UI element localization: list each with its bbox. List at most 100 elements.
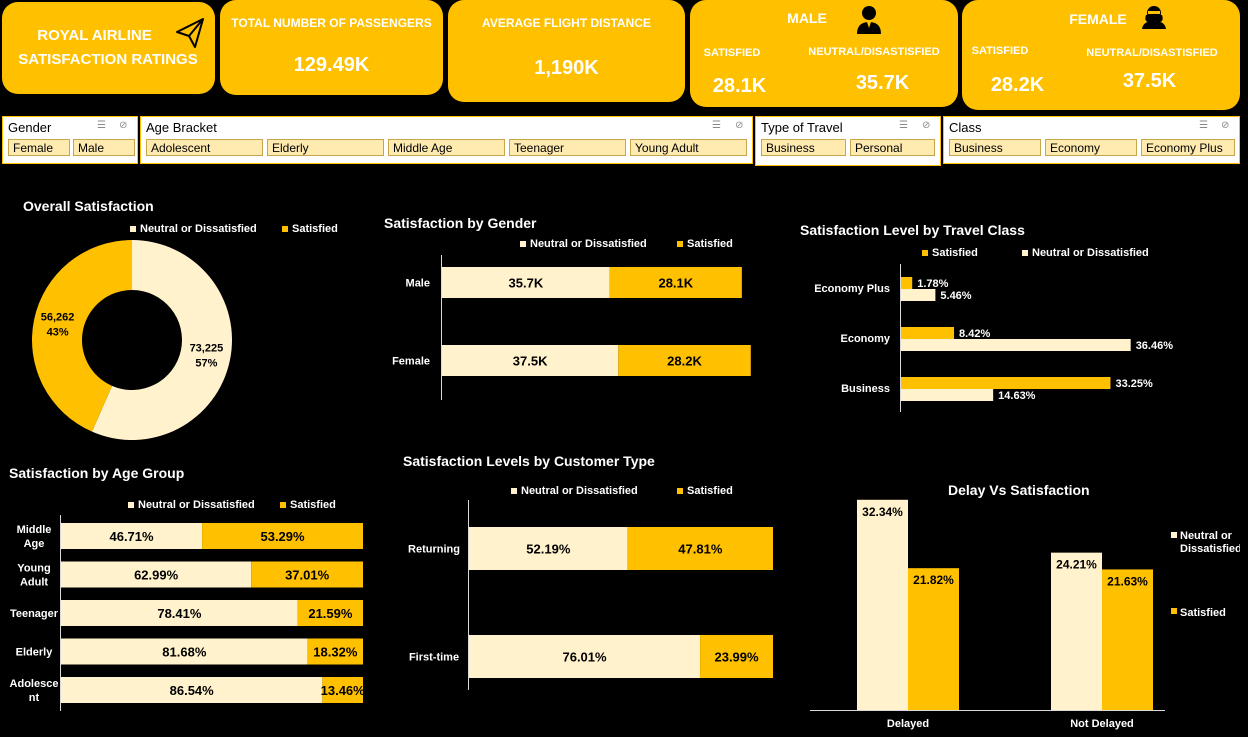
- clear-filter-icon[interactable]: ⊘: [735, 120, 743, 131]
- gender-chart-title: Satisfaction by Gender: [384, 215, 537, 231]
- slicer-option-female[interactable]: Female: [8, 139, 70, 156]
- category-label: Business: [841, 383, 890, 395]
- column-satisfied: [908, 568, 959, 710]
- female-satisfied-label: SATISFIED: [971, 45, 1029, 57]
- age-legend-neutral: Neutral or Dissatisfied: [128, 499, 255, 511]
- slicer-option-business-class[interactable]: Business: [949, 139, 1041, 156]
- slicer-option-middle-age[interactable]: Middle Age: [388, 139, 505, 156]
- female-satisfied-value: 28.2K: [990, 74, 1045, 96]
- column-neutral: [857, 499, 908, 710]
- slicer-option-elderly[interactable]: Elderly: [267, 139, 384, 156]
- gender-slicer-title: Gender: [8, 120, 52, 135]
- overall-satisfaction-title: Overall Satisfaction: [23, 198, 154, 214]
- age-slicer-title: Age Bracket: [146, 120, 217, 135]
- data-label: 1.78%: [917, 278, 948, 290]
- travel-type-slicer: Type of Travel ☰ ⊘ Business Personal: [755, 116, 941, 166]
- male-user-icon: [857, 6, 881, 34]
- category-label: Male: [406, 278, 430, 290]
- overall-legend-neutral: Neutral or Dissatisfied: [130, 223, 257, 235]
- data-label: 13.46%: [321, 683, 366, 698]
- data-label: 8.42%: [959, 328, 990, 340]
- data-label: 21.63%: [1107, 574, 1148, 588]
- data-label: 18.32%: [313, 645, 358, 660]
- category-label: Middle: [17, 524, 52, 536]
- bar-satisfied: [901, 377, 1111, 389]
- column-satisfied: [1102, 569, 1153, 710]
- multi-select-icon[interactable]: ☰: [899, 120, 908, 131]
- age-legend-satisfied: Satisfied: [280, 499, 336, 511]
- multi-select-icon[interactable]: ☰: [712, 120, 721, 131]
- category-label: nt: [29, 692, 40, 704]
- title-card: ROYAL AIRLINE SATISFACTION RATINGS: [2, 2, 215, 94]
- category-label: Not Delayed: [1070, 718, 1134, 730]
- male-label: MALE: [787, 10, 827, 26]
- data-label: 36.46%: [1136, 340, 1174, 352]
- bar-neutral: [901, 339, 1131, 351]
- data-label: 53.29%: [260, 529, 305, 544]
- age-group-bar-chart: Middle Age 46.71% 53.29% Young Adult 62.99% 37.…: [10, 515, 366, 711]
- data-label: 21.82%: [913, 573, 954, 587]
- category-label: First-time: [409, 652, 459, 664]
- passengers-label: TOTAL NUMBER OF PASSENGERS: [231, 16, 432, 30]
- slicer-option-young-adult[interactable]: Young Adult: [630, 139, 747, 156]
- data-label: 21.59%: [308, 606, 353, 621]
- male-satisfied-label: SATISFIED: [703, 47, 761, 59]
- slicer-option-male[interactable]: Male: [73, 139, 135, 156]
- class-legend-satisfied: Satisfied: [922, 247, 978, 259]
- slicer-option-personal[interactable]: Personal: [850, 139, 935, 156]
- category-label: Adult: [20, 577, 48, 589]
- category-label: Teenager: [10, 608, 59, 620]
- distance-card: AVERAGE FLIGHT DISTANCE 1,190K: [448, 0, 685, 102]
- multi-select-icon[interactable]: ☰: [1199, 120, 1208, 131]
- bar-satisfied: [901, 277, 913, 289]
- category-label: Adolesce: [10, 678, 59, 690]
- slicer-option-economy[interactable]: Economy: [1045, 139, 1137, 156]
- multi-select-icon[interactable]: ☰: [97, 120, 106, 131]
- female-user-icon: [1142, 6, 1166, 29]
- category-label: Age: [24, 538, 45, 550]
- clear-filter-icon[interactable]: ⊘: [922, 120, 930, 131]
- category-label: Economy: [840, 333, 890, 345]
- clear-filter-icon[interactable]: ⊘: [119, 120, 127, 131]
- slicer-option-economy-plus[interactable]: Economy Plus: [1141, 139, 1235, 156]
- delay-satisfaction-column-chart: 32.34% 21.82% Delayed 24.21% 21.63% Not Delay…: [810, 499, 1240, 730]
- travel-class-bar-chart: Economy Plus 1.78%5.46% Economy 8.42% 36.46%…: [814, 264, 1174, 412]
- customer-legend-satisfied: Satisfied: [677, 485, 733, 497]
- data-label: 28.2K: [667, 354, 702, 369]
- data-label: 24.21%: [1056, 558, 1097, 572]
- data-label: 35.7K: [509, 276, 544, 291]
- legend-label: Neutral or: [1180, 530, 1233, 542]
- passengers-card: TOTAL NUMBER OF PASSENGERS 129.49K: [220, 0, 443, 95]
- class-slicer: Class ☰ ⊘ Business Economy Economy Plus: [943, 116, 1240, 164]
- data-label: 52.19%: [526, 542, 571, 557]
- pie-value-label: 56,262: [41, 311, 75, 323]
- overall-satisfaction-donut: 73,225 57% 56,262 43%: [32, 240, 232, 440]
- class-slicer-title: Class: [949, 120, 982, 135]
- overall-legend-satisfied: Satisfied: [282, 223, 338, 235]
- gender-legend-satisfied: Satisfied: [677, 238, 733, 250]
- data-label: 47.81%: [678, 542, 723, 557]
- bar-satisfied: [901, 327, 955, 339]
- passengers-value: 129.49K: [293, 54, 370, 76]
- paper-plane-icon: [176, 18, 204, 48]
- slicer-option-adolescent[interactable]: Adolescent: [146, 139, 263, 156]
- category-label: Returning: [408, 544, 460, 556]
- category-label: Female: [392, 356, 430, 368]
- male-neutral-label: NEUTRAL/DISASTISFIED: [808, 46, 940, 58]
- data-label: 5.46%: [940, 290, 971, 302]
- clear-filter-icon[interactable]: ⊘: [1221, 120, 1229, 131]
- slicer-option-teenager[interactable]: Teenager: [509, 139, 626, 156]
- data-label: 78.41%: [157, 606, 202, 621]
- dashboard-title-line2: SATISFACTION RATINGS: [18, 51, 198, 68]
- female-card: FEMALE SATISFIED NEUTRAL/DISASTISFIED 28…: [962, 0, 1240, 110]
- category-label: Young: [17, 563, 50, 575]
- legend-label: Satisfied: [1180, 607, 1226, 619]
- customer-type-bar-chart: Returning 52.19% 47.81% First-time 76.01% 23.…: [408, 500, 773, 690]
- class-legend-neutral: Neutral or Dissatisfied: [1022, 247, 1149, 259]
- data-label: 33.25%: [1115, 378, 1153, 390]
- data-label: 37.01%: [285, 568, 330, 583]
- data-label: 81.68%: [162, 645, 207, 660]
- gender-bar-chart: Male 35.7K 28.1K Female 37.5K 28.2K: [392, 255, 751, 400]
- legend-swatch-neutral: [1171, 532, 1177, 538]
- slicer-option-business[interactable]: Business: [761, 139, 846, 156]
